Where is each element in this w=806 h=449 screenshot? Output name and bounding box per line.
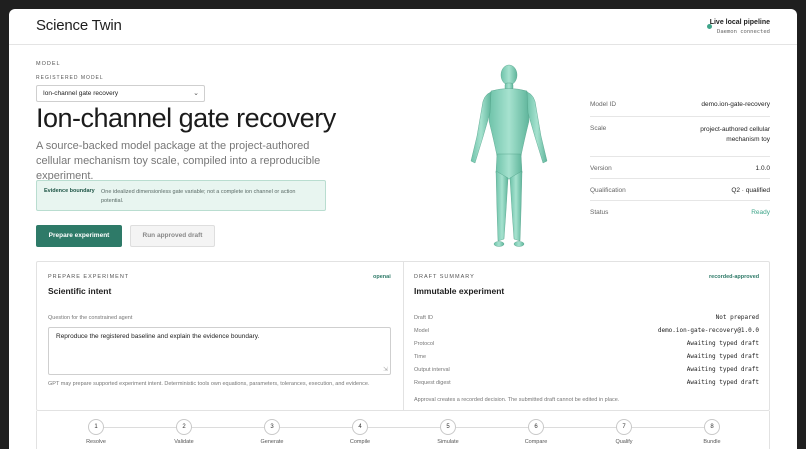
question-input[interactable]: Reproduce the registered baseline and ex… <box>48 327 391 375</box>
meta-row-model-id: Model ID demo.ion-gate-recovery <box>590 95 770 117</box>
meta-row-scale: Scale project-authored cellular mechanis… <box>590 117 770 157</box>
status-badge: Ready <box>751 209 770 216</box>
step-simulate: 5 Simulate <box>418 419 478 445</box>
meta-row-version: Version 1.0.0 <box>590 157 770 179</box>
chevron-down-icon: ⌄ <box>193 90 199 97</box>
pipeline-stepper: 1 Resolve 2 Validate 3 Generate 4 Compil… <box>36 411 770 449</box>
resize-grip-icon[interactable]: ⇲ <box>383 366 388 373</box>
draft-approval-tag: recorded-approved <box>709 274 760 280</box>
draft-row-model: Model demo.ion-gate-recovery@1.0.0 <box>414 327 759 334</box>
app-window: Science Twin Live local pipeline Daemon … <box>9 9 797 449</box>
draft-section-label: Draft summary <box>414 274 475 280</box>
meta-row-qualification: Qualification Q2 · qualified <box>590 179 770 201</box>
step-resolve: 1 Resolve <box>66 419 126 445</box>
panel-divider <box>403 262 404 410</box>
draft-row-protocol: Protocol Awaiting typed draft <box>414 340 759 347</box>
prepare-provider-tag: openai <box>373 274 391 280</box>
question-input-value: Reproduce the registered baseline and ex… <box>56 333 260 340</box>
step-compile: 4 Compile <box>330 419 390 445</box>
draft-footnote: Approval creates a recorded decision. Th… <box>414 397 620 403</box>
meta-row-status: Status Ready <box>590 209 770 216</box>
experiment-panels: Prepare experiment openai Scientific int… <box>36 261 770 411</box>
scientific-intent-title: Scientific intent <box>48 286 112 296</box>
human-body-figure <box>470 64 548 247</box>
prepare-experiment-button[interactable]: Prepare experiment <box>36 225 122 247</box>
pipeline-status-title: Live local pipeline <box>709 19 770 26</box>
app-title: Science Twin <box>36 17 122 34</box>
step-validate: 2 Validate <box>154 419 214 445</box>
model-title: Ion-channel gate recovery <box>36 103 336 133</box>
immutable-experiment-title: Immutable experiment <box>414 286 505 296</box>
prepare-section-label: Prepare experiment <box>48 274 130 280</box>
run-approved-draft-button[interactable]: Run approved draft <box>130 225 215 247</box>
model-select-value: Ion-channel gate recovery <box>43 90 119 97</box>
evidence-boundary-text: One idealized dimensionless gate variabl… <box>101 189 296 204</box>
pipeline-status-sub: Daemon connected <box>717 29 770 35</box>
draft-row-time: Time Awaiting typed draft <box>414 353 759 360</box>
draft-row-request-digest: Request digest Awaiting typed draft <box>414 379 759 386</box>
model-metadata-table: Model ID demo.ion-gate-recovery Scale pr… <box>590 95 770 223</box>
step-qualify: 7 Qualify <box>594 419 654 445</box>
step-bundle: 8 Bundle <box>682 419 742 445</box>
step-generate: 3 Generate <box>242 419 302 445</box>
evidence-boundary-label: Evidence boundary <box>44 188 95 194</box>
prepare-footnote: GPT may prepare supported experiment int… <box>48 381 370 387</box>
model-description: A source-backed model package at the pro… <box>36 140 321 182</box>
step-compare: 6 Compare <box>506 419 566 445</box>
top-bar: Science Twin Live local pipeline Daemon … <box>9 9 797 45</box>
model-section-label: Model <box>36 61 61 67</box>
draft-row-output-interval: Output interval Awaiting typed draft <box>414 366 759 373</box>
registered-model-label: Registered model <box>36 75 104 81</box>
draft-row-id: Draft ID Not prepared <box>414 314 759 321</box>
model-select[interactable]: Ion-channel gate recovery ⌄ <box>36 85 205 102</box>
evidence-boundary-box: Evidence boundary One idealized dimensio… <box>36 180 326 211</box>
question-label: Question for the constrained agent <box>48 315 133 321</box>
